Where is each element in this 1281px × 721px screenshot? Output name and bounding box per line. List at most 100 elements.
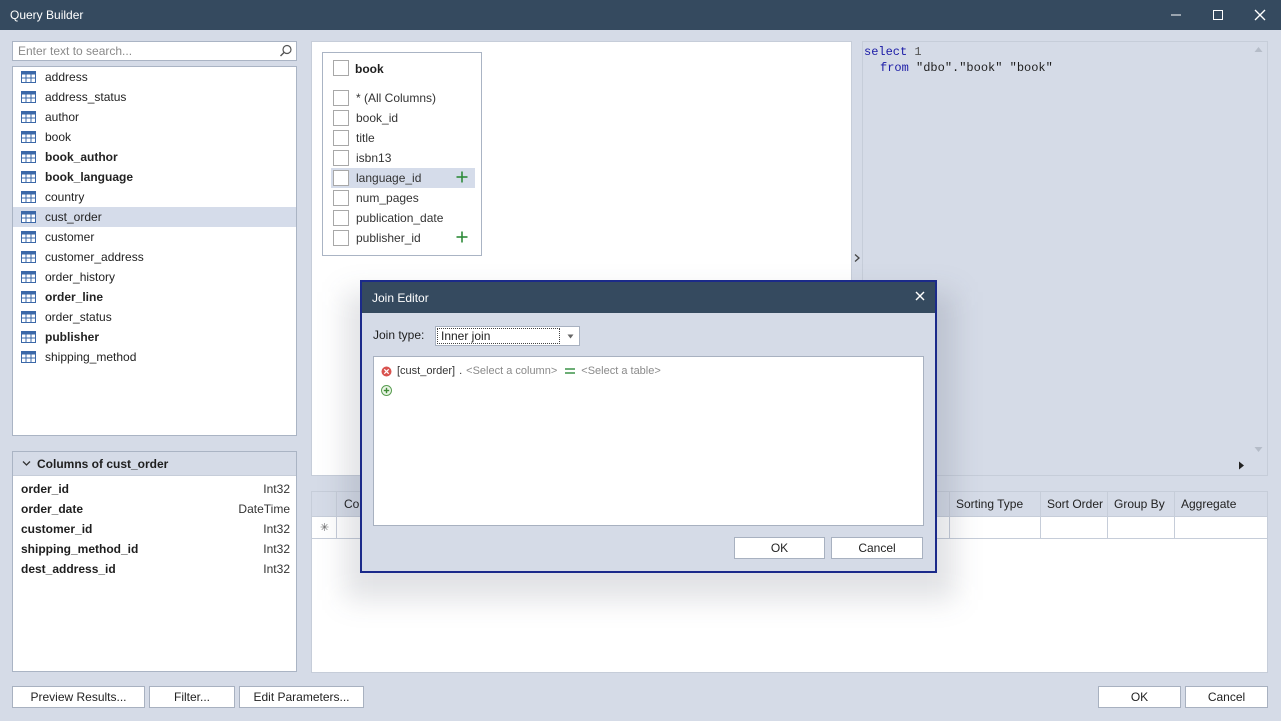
sql-value: 1 — [914, 45, 922, 59]
condition-table-select[interactable]: <Select a table> — [581, 365, 661, 377]
table-list-item-label: shipping_method — [45, 350, 137, 364]
field-label: publication_date — [356, 211, 444, 225]
field-label: publisher_id — [356, 231, 421, 245]
grid-separator — [1107, 492, 1108, 539]
table-icon — [21, 351, 36, 363]
table-list-item[interactable]: customer_address — [13, 247, 296, 267]
join-ok-button[interactable]: OK — [734, 537, 825, 559]
table-field-row[interactable]: isbn13 — [331, 148, 475, 168]
plus-icon[interactable] — [456, 171, 468, 183]
table-list-item-label: customer_address — [45, 250, 144, 264]
table-list-item[interactable]: country — [13, 187, 296, 207]
chevron-right-icon[interactable] — [853, 253, 861, 263]
table-list-item[interactable]: address — [13, 67, 296, 87]
join-editor-title: Join Editor — [372, 291, 429, 305]
table-icon — [21, 71, 36, 83]
cancel-button[interactable]: Cancel — [1185, 686, 1268, 708]
field-checkbox[interactable] — [333, 130, 349, 146]
dropdown-button[interactable] — [561, 327, 579, 345]
table-list-item[interactable]: order_status — [13, 307, 296, 327]
plus-icon[interactable] — [456, 231, 468, 243]
equals-icon[interactable] — [565, 367, 576, 375]
table-field-row[interactable]: language_id — [331, 168, 475, 188]
column-type: DateTime — [238, 502, 290, 516]
maximize-button[interactable] — [1197, 0, 1239, 30]
grid-separator — [1040, 492, 1041, 539]
condition-left-table[interactable]: [cust_order] — [397, 365, 455, 377]
table-field-row[interactable]: book_id — [331, 108, 475, 128]
field-checkbox[interactable] — [333, 170, 349, 186]
close-icon — [1254, 9, 1266, 21]
table-list-item[interactable]: order_line — [13, 287, 296, 307]
remove-condition-icon[interactable] — [381, 366, 392, 377]
condition-column-select[interactable]: <Select a column> — [466, 365, 557, 377]
table-list-item-label: address_status — [45, 90, 127, 104]
table-list-item[interactable]: cust_order — [13, 207, 296, 227]
grid-separator — [1174, 492, 1175, 539]
join-condition-row: [cust_order] . <Select a column> <Select… — [381, 365, 661, 377]
grid-header-sort-order[interactable]: Sort Order — [1047, 497, 1103, 511]
table-list-item[interactable]: customer — [13, 227, 296, 247]
table-list-item-label: address — [45, 70, 88, 84]
table-field-row[interactable]: publisher_id — [331, 228, 475, 248]
join-type-select[interactable]: Inner join — [435, 326, 580, 346]
close-button[interactable] — [1239, 0, 1281, 30]
column-row[interactable]: dest_address_id Int32 — [13, 559, 296, 579]
search-input[interactable] — [13, 42, 273, 60]
table-icon — [21, 191, 36, 203]
grid-header-group-by[interactable]: Group By — [1114, 497, 1165, 511]
columns-panel-header[interactable]: Columns of cust_order — [13, 452, 296, 476]
field-checkbox[interactable] — [333, 230, 349, 246]
edit-parameters-button[interactable]: Edit Parameters... — [239, 686, 364, 708]
add-condition-icon[interactable] — [381, 385, 392, 396]
field-checkbox[interactable] — [333, 210, 349, 226]
join-conditions-area[interactable]: [cust_order] . <Select a column> <Select… — [373, 356, 924, 526]
field-checkbox[interactable] — [333, 190, 349, 206]
field-checkbox[interactable] — [333, 90, 349, 106]
table-list-item[interactable]: order_history — [13, 267, 296, 287]
scroll-up-icon[interactable] — [1254, 46, 1263, 53]
table-list-item[interactable]: book_author — [13, 147, 296, 167]
table-list-item[interactable]: book — [13, 127, 296, 147]
table-field-row[interactable]: num_pages — [331, 188, 475, 208]
table-icon — [21, 311, 36, 323]
scroll-right-icon[interactable] — [1238, 461, 1245, 470]
new-row-icon: ✳ — [320, 522, 330, 534]
table-list-item-label: book_author — [45, 150, 118, 164]
table-list-item-label: book_language — [45, 170, 134, 184]
column-type: Int32 — [263, 522, 290, 536]
table-list-item[interactable]: shipping_method — [13, 347, 296, 367]
table-list-item[interactable]: publisher — [13, 327, 296, 347]
title-bar: Query Builder — [0, 0, 1281, 30]
field-checkbox[interactable] — [333, 110, 349, 126]
search-icon[interactable] — [279, 44, 293, 58]
table-list-item-label: country — [45, 190, 85, 204]
table-list-item[interactable]: book_language — [13, 167, 296, 187]
table-book[interactable]: book * (All Columns) book_id title isbn13 la… — [322, 52, 482, 256]
table-field-row[interactable]: * (All Columns) — [331, 88, 475, 108]
window-title: Query Builder — [10, 8, 84, 22]
minimize-button[interactable] — [1155, 0, 1197, 30]
table-list-item-label: order_line — [45, 290, 104, 304]
field-checkbox[interactable] — [333, 150, 349, 166]
column-row[interactable]: shipping_method_id Int32 — [13, 539, 296, 559]
grid-header-sorting-type[interactable]: Sorting Type — [956, 497, 1023, 511]
table-field-row[interactable]: publication_date — [331, 208, 475, 228]
preview-results-button[interactable]: Preview Results... — [12, 686, 145, 708]
table-list-item[interactable]: address_status — [13, 87, 296, 107]
join-cancel-button[interactable]: Cancel — [831, 537, 923, 559]
table-list-item[interactable]: author — [13, 107, 296, 127]
ok-button[interactable]: OK — [1098, 686, 1181, 708]
column-row[interactable]: order_date DateTime — [13, 499, 296, 519]
grid-header-aggregate[interactable]: Aggregate — [1181, 497, 1236, 511]
close-icon[interactable] — [915, 291, 925, 301]
column-name: dest_address_id — [21, 562, 116, 576]
column-row[interactable]: order_id Int32 — [13, 479, 296, 499]
column-row[interactable]: customer_id Int32 — [13, 519, 296, 539]
table-select-checkbox[interactable] — [333, 60, 349, 76]
table-field-row[interactable]: title — [331, 128, 475, 148]
scroll-down-icon[interactable] — [1254, 446, 1263, 453]
filter-button[interactable]: Filter... — [149, 686, 235, 708]
join-editor-titlebar: Join Editor — [362, 282, 935, 313]
sql-keyword: from — [880, 61, 909, 75]
